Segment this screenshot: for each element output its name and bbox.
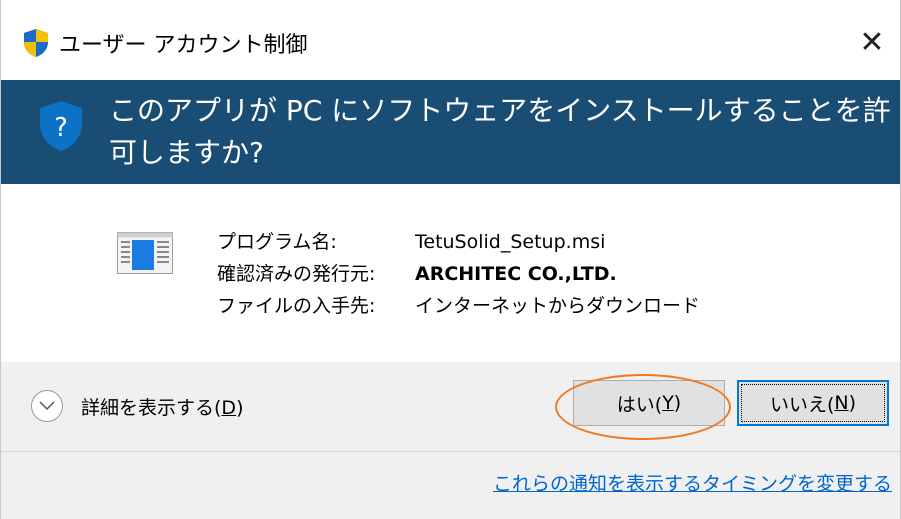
origin-label: ファイルの入手先:	[217, 295, 376, 317]
chevron-down-icon	[31, 390, 63, 422]
program-values: TetuSolid_Setup.msi ARCHITEC CO.,LTD. イン…	[415, 226, 700, 322]
publisher-value: ARCHITEC CO.,LTD.	[415, 263, 617, 285]
uac-dialog: ユーザー アカウント制御 ✕ ? このアプリが PC にソフトウェアをインストー…	[0, 0, 901, 519]
action-area: 詳細を表示する(D) はい(Y) いいえ(N) これらの通知を表示するタイミング…	[1, 362, 900, 519]
svg-text:?: ?	[54, 113, 68, 143]
publisher-label: 確認済みの発行元:	[217, 263, 376, 285]
program-name-label: プログラム名:	[217, 231, 337, 253]
window-title: ユーザー アカウント制御	[59, 33, 308, 58]
uac-shield-icon	[24, 29, 48, 57]
program-labels: プログラム名: 確認済みの発行元: ファイルの入手先:	[217, 226, 375, 322]
msi-installer-icon	[117, 232, 173, 274]
program-info: プログラム名: 確認済みの発行元: ファイルの入手先: TetuSolid_Se…	[1, 184, 900, 362]
no-button[interactable]: いいえ(N)	[737, 380, 889, 426]
yes-button[interactable]: はい(Y)	[573, 380, 725, 426]
close-icon: ✕	[859, 24, 885, 60]
notification-settings-link[interactable]: これらの通知を表示するタイミングを変更する	[493, 469, 892, 496]
program-name-value: TetuSolid_Setup.msi	[415, 231, 606, 253]
show-details-toggle[interactable]: 詳細を表示する(D)	[31, 390, 243, 422]
close-button[interactable]: ✕	[850, 20, 894, 64]
prompt-question: このアプリが PC にソフトウェアをインストールすることを許可しますか?	[109, 94, 891, 169]
prompt-banner: ? このアプリが PC にソフトウェアをインストールすることを許可しますか?	[1, 80, 900, 184]
origin-value: インターネットからダウンロード	[415, 295, 701, 317]
uac-shield-question-icon: ?	[40, 101, 82, 151]
show-details-label: 詳細を表示する(D)	[81, 396, 244, 419]
divider	[1, 451, 900, 452]
title-bar: ユーザー アカウント制御 ✕	[1, 0, 900, 80]
